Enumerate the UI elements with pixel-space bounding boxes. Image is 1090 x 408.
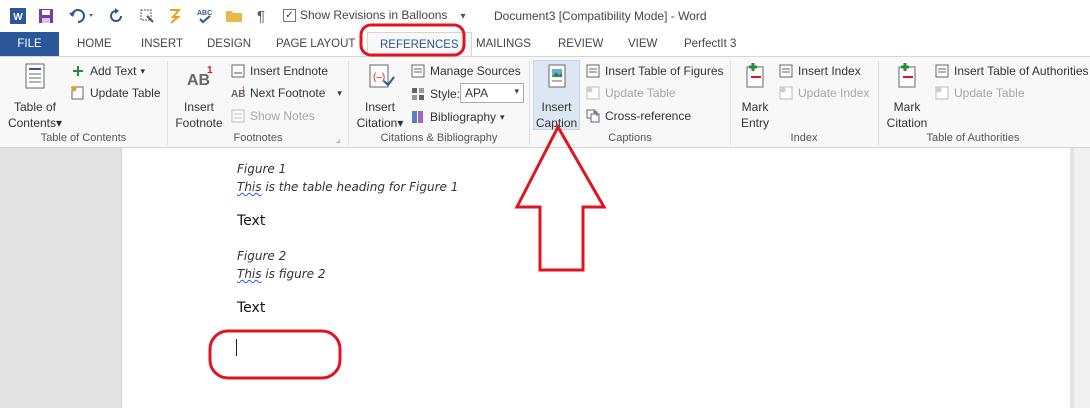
cursor-highlight-circle xyxy=(208,329,342,380)
references-tab-highlight-circle xyxy=(359,23,466,57)
annotation-overlay xyxy=(208,23,607,380)
up-arrow-annotation xyxy=(514,123,607,272)
